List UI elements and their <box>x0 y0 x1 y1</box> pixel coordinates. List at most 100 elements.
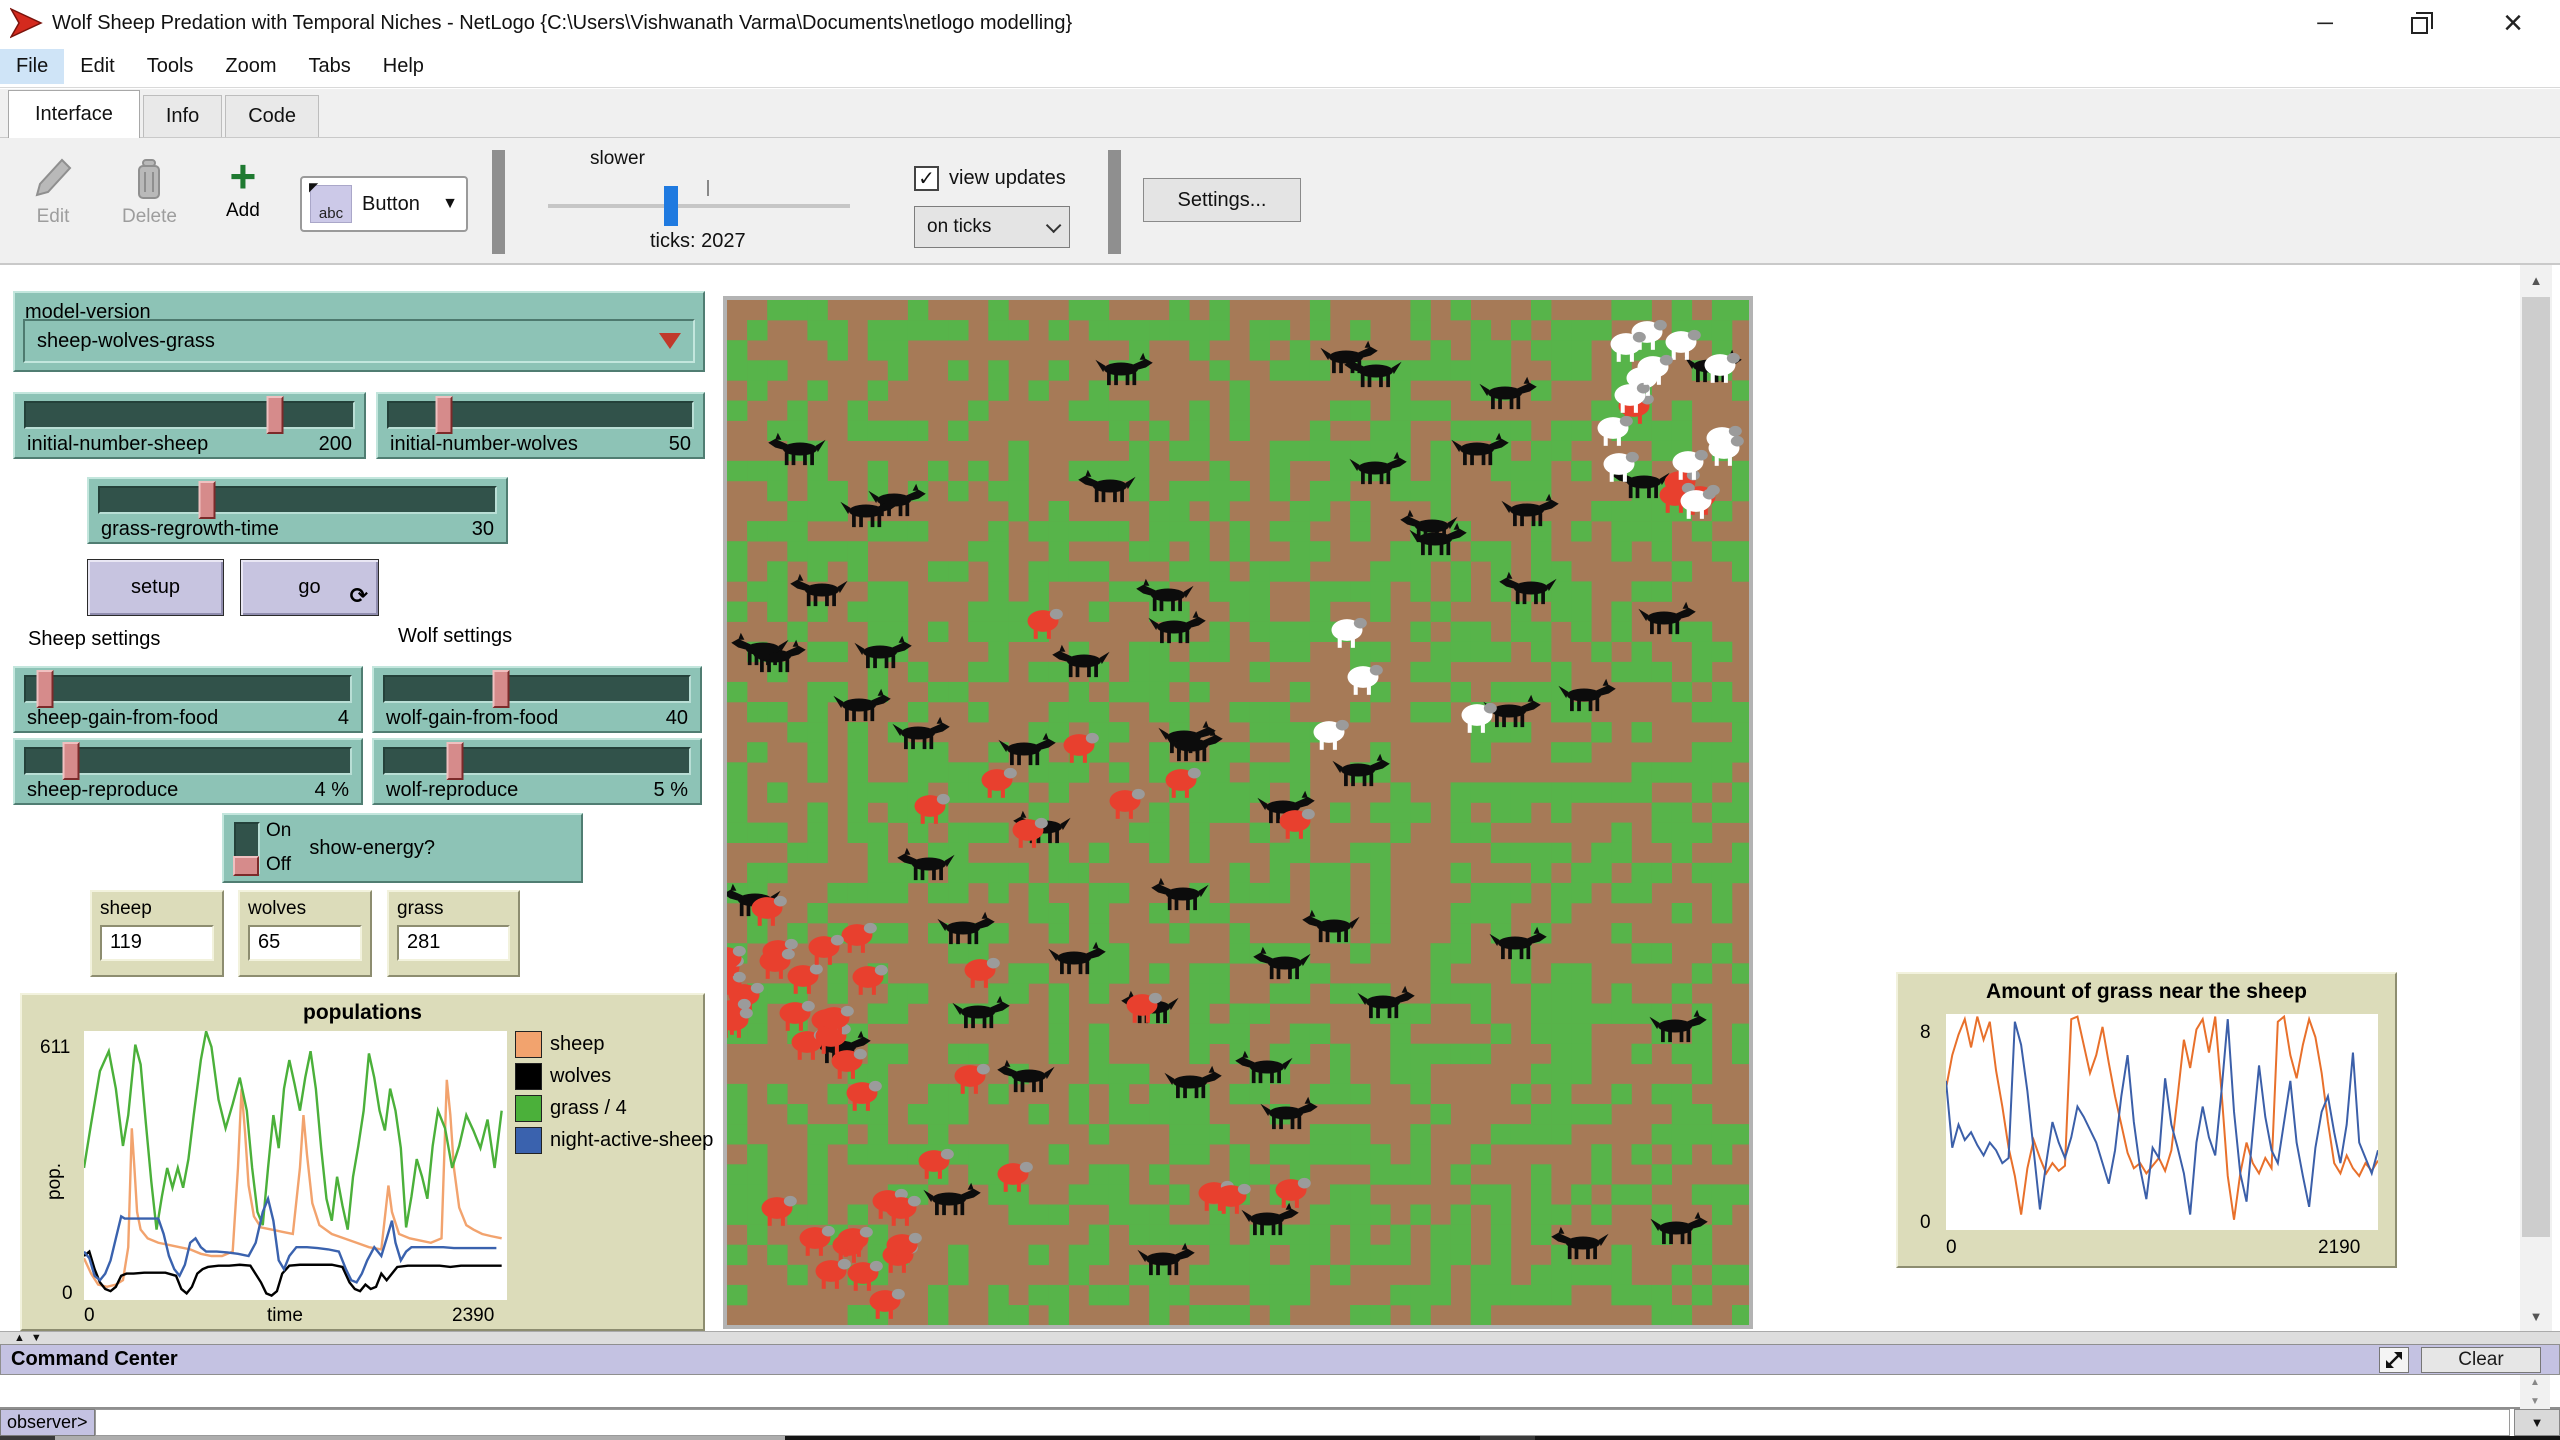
menu-file[interactable]: File <box>0 49 64 84</box>
scroll-up-icon[interactable]: ▲ <box>2530 1377 2540 1388</box>
speed-slider-track[interactable] <box>548 204 850 208</box>
command-center-expand-button[interactable] <box>2379 1347 2409 1373</box>
world-view[interactable] <box>723 296 1753 1329</box>
command-center-output[interactable]: ▲▼ <box>0 1375 2560 1409</box>
grass-patch <box>1531 441 1551 461</box>
slider-track[interactable] <box>387 401 694 429</box>
grass-patch <box>1692 642 1712 662</box>
slider-sheep-gain-from-food[interactable]: sheep-gain-from-food4 <box>13 666 363 733</box>
grass-patch <box>1209 320 1229 340</box>
interface-vertical-scrollbar[interactable]: ▲ ▼ <box>2520 265 2552 1331</box>
grass-patch <box>948 421 968 441</box>
slider-sheep-reproduce[interactable]: sheep-reproduce4 % <box>13 738 363 805</box>
chooser-value-box[interactable]: sheep-wolves-grass <box>23 319 695 363</box>
menu-help[interactable]: Help <box>367 49 440 84</box>
show-energy-switch[interactable]: On Off show-energy? <box>222 813 583 883</box>
grass-patch <box>747 742 767 762</box>
go-button[interactable]: go ⟳ <box>240 559 379 616</box>
grass-patch <box>948 320 968 340</box>
minimize-button[interactable]: ─ <box>2278 0 2372 46</box>
grass-patch <box>1451 300 1471 320</box>
slider-value: 5 % <box>654 779 688 802</box>
scroll-down-icon[interactable]: ▼ <box>2530 1396 2540 1407</box>
slider-track[interactable] <box>24 747 352 775</box>
slider-thumb[interactable] <box>446 742 463 780</box>
command-history-dropdown[interactable]: ▼ <box>2514 1409 2560 1436</box>
grass-patch <box>1611 843 1631 863</box>
grass-patch <box>727 401 747 421</box>
slider-wolf-gain-from-food[interactable]: wolf-gain-from-food40 <box>372 666 702 733</box>
scrollbar-thumb[interactable] <box>2522 297 2550 1237</box>
clear-button[interactable]: Clear <box>2421 1347 2541 1373</box>
grass-patch <box>767 863 787 883</box>
grass-patch <box>1069 1184 1089 1204</box>
grass-patch <box>747 923 767 943</box>
settings-button[interactable]: Settings... <box>1143 178 1301 222</box>
grass-patch <box>727 1205 747 1225</box>
command-input[interactable] <box>95 1409 2510 1436</box>
edit-widget-button[interactable]: Edit <box>32 156 74 228</box>
slider-track[interactable] <box>383 675 691 703</box>
grass-patch <box>1310 1245 1330 1265</box>
update-mode-dropdown[interactable]: on ticks <box>914 206 1070 248</box>
output-scrollbar[interactable]: ▲▼ <box>2520 1375 2550 1409</box>
menu-tabs[interactable]: Tabs <box>293 49 367 84</box>
monitor-sheep: sheep 119 <box>90 890 224 977</box>
tab-code[interactable]: Code <box>225 95 319 137</box>
slider-initial-number-sheep[interactable]: initial-number-sheep200 <box>13 392 366 459</box>
restore-button[interactable] <box>2372 0 2466 46</box>
grass-patch <box>1632 662 1652 682</box>
grass-patch <box>1350 1225 1370 1245</box>
slider-wolf-reproduce[interactable]: wolf-reproduce5 % <box>372 738 702 805</box>
grass-patch <box>1732 782 1749 802</box>
setup-button[interactable]: setup <box>87 559 224 616</box>
grass-patch <box>1672 421 1692 441</box>
scroll-up-icon[interactable]: ▲ <box>2520 265 2552 295</box>
slider-track[interactable] <box>383 747 691 775</box>
grass-patch <box>1652 1084 1672 1104</box>
grass-patch <box>1732 742 1749 762</box>
grass-patch <box>1310 1205 1330 1225</box>
slider-grass-regrowth-time[interactable]: grass-regrowth-time30 <box>87 477 508 544</box>
grass-patch <box>1692 1245 1712 1265</box>
delete-widget-button[interactable]: Delete <box>122 156 177 228</box>
view-updates-control[interactable]: ✓ view updates <box>914 166 1066 191</box>
divider-updown-icons[interactable]: ▲▼ <box>14 1332 48 1344</box>
grass-patch <box>1008 863 1028 883</box>
grass-patch <box>1551 340 1571 360</box>
menu-tools[interactable]: Tools <box>131 49 210 84</box>
forever-icon: ⟳ <box>350 583 368 609</box>
slider-thumb[interactable] <box>37 670 54 708</box>
tab-info[interactable]: Info <box>143 95 222 137</box>
grass-patch <box>1511 461 1531 481</box>
grass-patch <box>767 1084 787 1104</box>
add-widget-button[interactable]: + Add <box>226 156 260 222</box>
scroll-down-icon[interactable]: ▼ <box>2520 1301 2552 1331</box>
grass-patch <box>1310 360 1330 380</box>
switch-track[interactable] <box>234 822 260 874</box>
grass-patch <box>727 823 747 843</box>
speed-slider-thumb[interactable] <box>664 186 678 226</box>
slider-thumb[interactable] <box>492 670 509 708</box>
slider-thumb[interactable] <box>266 396 283 434</box>
widget-type-dropdown[interactable]: abc Button ▼ <box>300 176 468 232</box>
slider-thumb[interactable] <box>435 396 452 434</box>
close-button[interactable]: × <box>2466 0 2560 46</box>
menu-zoom[interactable]: Zoom <box>209 49 292 84</box>
command-center-divider[interactable]: ▲▼ <box>0 1331 2560 1344</box>
slider-track[interactable] <box>98 486 497 514</box>
slider-track[interactable] <box>24 675 352 703</box>
switch-thumb[interactable] <box>233 856 259 876</box>
tab-interface[interactable]: Interface <box>8 90 140 138</box>
slider-thumb[interactable] <box>198 481 215 519</box>
slider-track[interactable] <box>24 401 355 429</box>
grass-patch <box>1270 722 1290 742</box>
grass-patch <box>888 320 908 340</box>
view-updates-checkbox[interactable]: ✓ <box>914 166 939 191</box>
grass-patch <box>807 903 827 923</box>
slider-thumb[interactable] <box>63 742 80 780</box>
slider-initial-number-wolves[interactable]: initial-number-wolves50 <box>376 392 705 459</box>
model-version-chooser[interactable]: model-version sheep-wolves-grass <box>13 291 705 372</box>
menu-edit[interactable]: Edit <box>64 49 130 84</box>
observer-prompt[interactable]: observer> <box>0 1409 95 1436</box>
